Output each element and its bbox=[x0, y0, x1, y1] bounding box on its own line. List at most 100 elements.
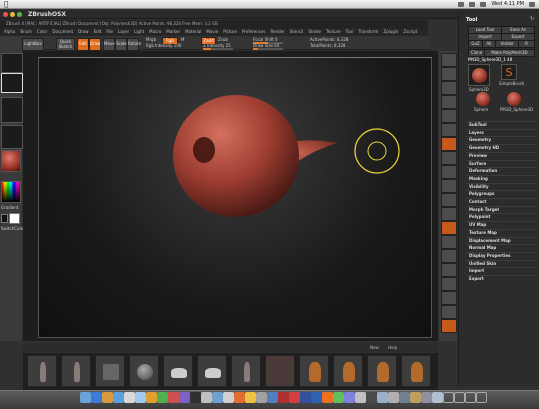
dock-app-icon[interactable] bbox=[278, 392, 289, 403]
color-picker[interactable] bbox=[1, 181, 21, 203]
dock-app-icon[interactable] bbox=[366, 392, 377, 403]
battery-icon[interactable] bbox=[480, 2, 487, 7]
tool-section-polypaint[interactable]: Polypaint bbox=[469, 214, 490, 220]
menu-alpha[interactable]: Alpha bbox=[4, 28, 15, 36]
tool-section-morph-target[interactable]: Morph Target bbox=[469, 207, 499, 213]
tool-section-deformation[interactable]: Deformation bbox=[469, 168, 497, 174]
edit-button[interactable]: Edit bbox=[77, 38, 89, 51]
brush-slot[interactable] bbox=[1, 53, 23, 73]
tool-section-geometry-hd[interactable]: Geometry HD bbox=[469, 145, 499, 151]
menu-picture[interactable]: Picture bbox=[223, 28, 237, 36]
make-polymesh3d-button[interactable]: Make PolyMesh3D bbox=[484, 49, 535, 57]
dock-app-icon[interactable] bbox=[465, 392, 476, 403]
rotate-button[interactable]: Rotate bbox=[127, 38, 141, 51]
dock-app-icon[interactable] bbox=[300, 392, 311, 403]
tray-solo-button[interactable] bbox=[441, 305, 457, 319]
menu-material[interactable]: Material bbox=[185, 28, 201, 36]
menu-edit[interactable]: Edit bbox=[94, 28, 102, 36]
tool-section-masking[interactable]: Masking bbox=[469, 176, 488, 182]
dock-app-icon[interactable] bbox=[113, 392, 124, 403]
tray-frame-button[interactable] bbox=[441, 207, 457, 221]
menu-zscript[interactable]: Zscript bbox=[403, 28, 417, 36]
draw-button[interactable]: Draw bbox=[89, 38, 101, 51]
tool-section-display-properties[interactable]: Display Properties bbox=[469, 253, 510, 259]
menu-file[interactable]: File bbox=[106, 28, 113, 36]
switch-color-label[interactable]: SwitchColor bbox=[1, 226, 25, 232]
dock-app-icon[interactable] bbox=[399, 392, 410, 403]
simplebrush-icon[interactable]: S bbox=[501, 64, 517, 80]
lightbox-thumb-hulk[interactable] bbox=[231, 355, 261, 387]
goz-button[interactable]: GoZ bbox=[468, 40, 483, 48]
dock-app-icon[interactable] bbox=[355, 392, 366, 403]
dock-app-icon[interactable] bbox=[322, 392, 333, 403]
draw-size-bar[interactable] bbox=[253, 48, 283, 50]
menu-marker[interactable]: Marker bbox=[166, 28, 180, 36]
dock-app-icon[interactable] bbox=[256, 392, 267, 403]
tool-section-surface[interactable]: Surface bbox=[469, 161, 486, 167]
tool-section-uv-map[interactable]: UV Map bbox=[469, 222, 486, 228]
dock-app-icon[interactable] bbox=[91, 392, 102, 403]
minimize-window-button[interactable] bbox=[10, 12, 15, 17]
dock-app-icon[interactable] bbox=[157, 392, 168, 403]
lightbox-thumb-dog-2[interactable] bbox=[333, 355, 363, 387]
tool-section-geometry[interactable]: Geometry bbox=[469, 137, 491, 143]
move-button[interactable]: Move bbox=[103, 38, 115, 51]
menu-macro[interactable]: Macro bbox=[149, 28, 161, 36]
volume-icon[interactable] bbox=[469, 2, 476, 7]
tray-scale-button[interactable] bbox=[441, 235, 457, 249]
m-toggle[interactable]: M bbox=[181, 37, 184, 43]
lightbox-thumb-horse-2[interactable] bbox=[367, 355, 397, 387]
tray-actual-button[interactable] bbox=[441, 109, 457, 123]
texture-slot[interactable] bbox=[1, 125, 23, 149]
clone-button[interactable]: Clone bbox=[468, 49, 485, 57]
lightbox-thumb-male[interactable] bbox=[61, 355, 91, 387]
menu-render[interactable]: Render bbox=[270, 28, 284, 36]
dock-app-icon[interactable] bbox=[201, 392, 212, 403]
tray-spix-button[interactable] bbox=[441, 67, 457, 81]
dock-app-icon[interactable] bbox=[124, 392, 135, 403]
menu-stroke[interactable]: Stroke bbox=[308, 28, 321, 36]
dock-app-icon[interactable] bbox=[377, 392, 388, 403]
quick-sketch-button[interactable]: Quick Sketch bbox=[56, 38, 75, 51]
tray-gxyz-button[interactable] bbox=[441, 193, 457, 207]
stroke-slot[interactable] bbox=[1, 73, 23, 93]
tray-zoom-button[interactable] bbox=[441, 95, 457, 109]
menu-transform[interactable]: Transform bbox=[358, 28, 378, 36]
dock-app-icon[interactable] bbox=[421, 392, 432, 403]
lightbox-help-button[interactable]: Help bbox=[388, 343, 397, 352]
tool-section-visibility[interactable]: Visibility bbox=[469, 184, 489, 190]
menu-stencil[interactable]: Stencil bbox=[290, 28, 304, 36]
dock-app-icon[interactable] bbox=[333, 392, 344, 403]
dock-app-icon[interactable] bbox=[146, 392, 157, 403]
spotlight-search-icon[interactable] bbox=[529, 2, 535, 7]
tray-ghost-button[interactable] bbox=[441, 291, 457, 305]
menu-draw[interactable]: Draw bbox=[78, 28, 88, 36]
all-button[interactable]: All bbox=[482, 40, 496, 48]
dock-app-icon[interactable] bbox=[245, 392, 256, 403]
rgb-intensity-slider[interactable]: Rgb Intensity 100 bbox=[146, 43, 181, 49]
visible-button[interactable]: Visible bbox=[495, 40, 519, 48]
menu-brush[interactable]: Brush bbox=[20, 28, 32, 36]
tray-xpose-button[interactable] bbox=[441, 319, 457, 333]
dock-app-icon[interactable] bbox=[388, 392, 399, 403]
dock-app-icon[interactable] bbox=[289, 392, 300, 403]
tool-section-normal-map[interactable]: Normal Map bbox=[469, 245, 496, 251]
tool-thumb-pm3d-sphere[interactable] bbox=[507, 92, 521, 106]
tray-transp-button[interactable] bbox=[441, 277, 457, 291]
tool-section-texture-map[interactable]: Texture Map bbox=[469, 230, 497, 236]
tool-section-displacement-map[interactable]: Displacement Map bbox=[469, 238, 511, 244]
tool-thumb-sphere3d[interactable] bbox=[468, 64, 490, 86]
tool-section-polygroups[interactable]: Polygroups bbox=[469, 191, 494, 197]
r-button[interactable]: R bbox=[518, 40, 535, 48]
tray-lsym-button[interactable] bbox=[441, 179, 457, 193]
dock-app-icon[interactable] bbox=[223, 392, 234, 403]
menu-color[interactable]: Color bbox=[37, 28, 47, 36]
dock-app-icon[interactable] bbox=[410, 392, 421, 403]
wifi-icon[interactable] bbox=[458, 2, 465, 7]
tray-move-button[interactable] bbox=[441, 221, 457, 235]
dock-app-icon[interactable] bbox=[454, 392, 465, 403]
dock-app-icon[interactable] bbox=[344, 392, 355, 403]
dock-app-icon[interactable] bbox=[267, 392, 278, 403]
tray-rotate-button[interactable] bbox=[441, 249, 457, 263]
tool-section-unified-skin[interactable]: Unified Skin bbox=[469, 261, 496, 267]
